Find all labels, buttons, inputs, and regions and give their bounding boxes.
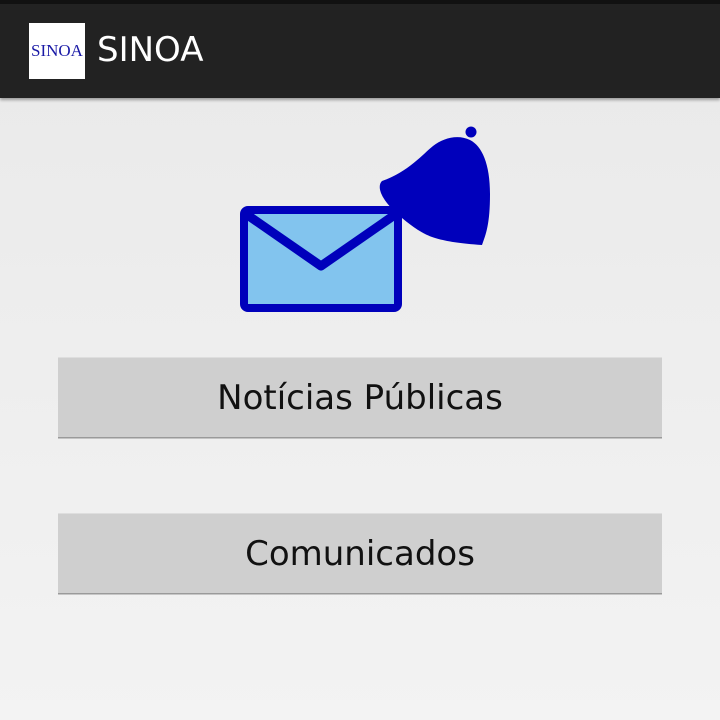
- status-divider: [0, 0, 720, 4]
- action-bar: SINOA SINOA: [0, 0, 720, 98]
- announcements-button[interactable]: Comunicados: [58, 513, 662, 593]
- public-news-button[interactable]: Notícias Públicas: [58, 357, 662, 437]
- logo-text: SINOA: [31, 41, 83, 60]
- app-title: SINOA: [97, 30, 204, 70]
- hero-illustration: [238, 124, 494, 316]
- app-logo[interactable]: SINOA: [29, 23, 85, 79]
- envelope-icon: [240, 206, 402, 312]
